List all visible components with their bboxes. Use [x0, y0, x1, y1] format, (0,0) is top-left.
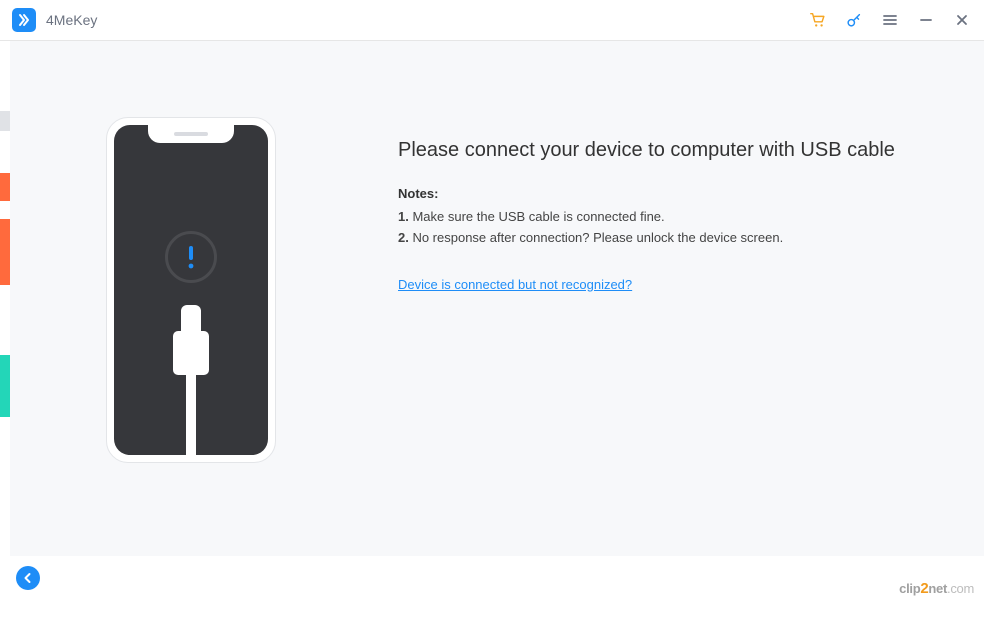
back-button[interactable] [16, 566, 40, 590]
footer: clip2net.com [0, 556, 984, 603]
app-logo [12, 8, 36, 32]
key-icon[interactable] [844, 10, 864, 30]
content-panel: Please connect your device to computer w… [282, 117, 924, 556]
help-link[interactable]: Device is connected but not recognized? [398, 277, 632, 292]
usb-cable-icon [169, 305, 213, 455]
device-illustration [106, 117, 282, 556]
watermark-tld: .com [947, 581, 974, 596]
note-item: 2. No response after connection? Please … [398, 228, 924, 249]
note-text: Make sure the USB cable is connected fin… [409, 209, 665, 224]
notes-label: Notes: [398, 186, 924, 201]
page-heading: Please connect your device to computer w… [398, 139, 924, 162]
note-item: 1. Make sure the USB cable is connected … [398, 207, 924, 228]
alert-icon [165, 231, 217, 283]
note-text: No response after connection? Please unl… [409, 230, 783, 245]
phone-frame [106, 117, 276, 463]
watermark: clip2net.com [899, 580, 974, 597]
watermark-pre: clip [899, 581, 920, 596]
cart-icon[interactable] [808, 10, 828, 30]
menu-icon[interactable] [880, 10, 900, 30]
watermark-post: net [928, 581, 947, 596]
app-title: 4MeKey [46, 12, 97, 28]
titlebar-actions [808, 10, 972, 30]
phone-screen [114, 125, 268, 455]
note-number: 1. [398, 209, 409, 224]
main-area: Please connect your device to computer w… [10, 41, 984, 556]
minimize-icon[interactable] [916, 10, 936, 30]
phone-speaker [174, 132, 208, 136]
note-number: 2. [398, 230, 409, 245]
phone-notch [148, 125, 234, 143]
close-icon[interactable] [952, 10, 972, 30]
left-edge-decorations [0, 41, 8, 617]
titlebar: 4MeKey [0, 0, 984, 41]
